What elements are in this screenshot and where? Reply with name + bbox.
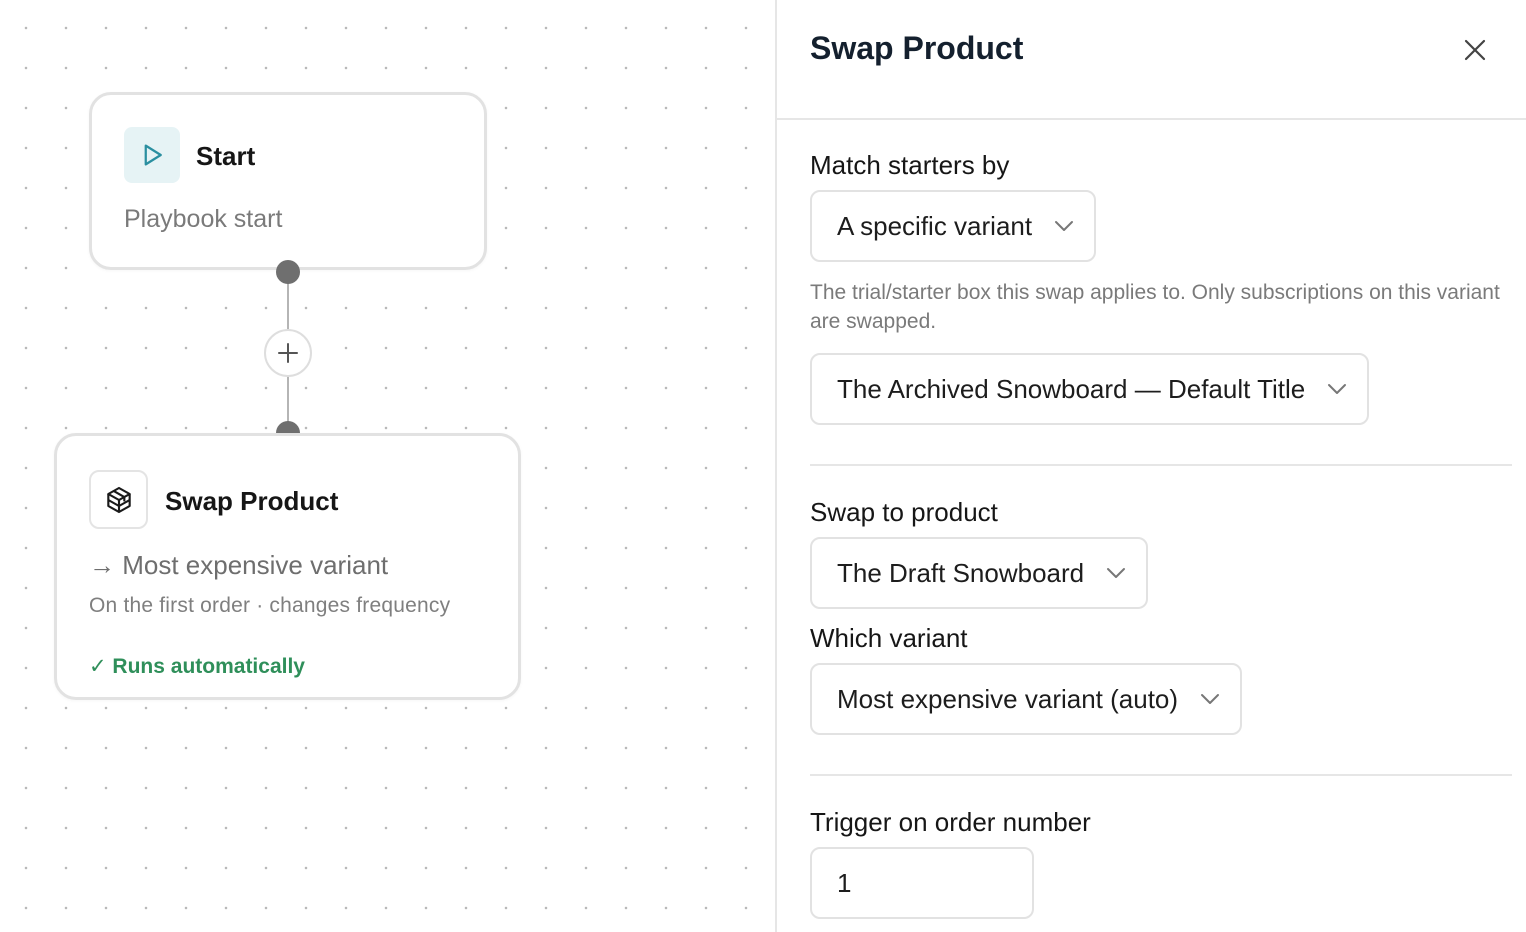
swap-to-product-value: The Draft Snowboard bbox=[837, 557, 1085, 588]
swap-node-details: On the first order · changes frequency bbox=[89, 594, 451, 617]
start-node[interactable]: Start Playbook start bbox=[89, 92, 487, 270]
package-icon bbox=[89, 470, 148, 529]
swap-node-title: Swap Product bbox=[165, 486, 339, 516]
match-starters-label: Match starters by bbox=[810, 150, 1010, 180]
chevron-down-icon bbox=[1200, 693, 1220, 705]
swap-product-node[interactable]: Swap Product → Most expensive variant On… bbox=[54, 433, 521, 700]
chevron-down-icon bbox=[1106, 567, 1126, 579]
swap-node-status: ✓ Runs automatically bbox=[89, 655, 305, 678]
match-starters-select[interactable]: A specific variant bbox=[810, 190, 1097, 262]
match-starters-value: A specific variant bbox=[837, 210, 1033, 241]
match-starters-helper: The trial/starter box this swap applies … bbox=[810, 281, 1500, 333]
which-variant-label: Which variant bbox=[810, 623, 968, 653]
starter-variant-value: The Archived Snowboard — Default Title bbox=[837, 373, 1306, 404]
panel-header: Swap Product bbox=[777, 0, 1526, 120]
starter-variant-select[interactable]: The Archived Snowboard — Default Title bbox=[810, 353, 1370, 425]
close-icon bbox=[1464, 39, 1486, 61]
start-node-output-handle[interactable] bbox=[276, 260, 300, 284]
plus-icon bbox=[278, 343, 298, 363]
trigger-order-label: Trigger on order number bbox=[810, 807, 1091, 837]
swap-node-target: → Most expensive variant bbox=[89, 550, 389, 580]
panel-title: Swap Product bbox=[810, 30, 1024, 66]
section-divider bbox=[810, 464, 1512, 466]
start-node-subtitle: Playbook start bbox=[124, 205, 283, 233]
play-icon bbox=[124, 127, 180, 183]
which-variant-select[interactable]: Most expensive variant (auto) bbox=[810, 663, 1243, 735]
chevron-down-icon bbox=[1054, 220, 1074, 232]
workflow-canvas[interactable]: Start Playbook start Swap Product → Most… bbox=[0, 0, 775, 932]
trigger-order-value: 1 bbox=[837, 867, 852, 898]
add-step-button[interactable] bbox=[264, 329, 312, 377]
swap-to-product-label: Swap to product bbox=[810, 497, 998, 527]
which-variant-value: Most expensive variant (auto) bbox=[837, 683, 1179, 714]
chevron-down-icon bbox=[1327, 383, 1347, 395]
settings-panel: Swap Product Match starters by A specifi… bbox=[775, 0, 1526, 932]
swap-to-product-select[interactable]: The Draft Snowboard bbox=[810, 537, 1149, 609]
start-node-title: Start bbox=[196, 141, 256, 171]
close-button[interactable] bbox=[1459, 34, 1491, 66]
trigger-order-input[interactable]: 1 bbox=[810, 847, 1034, 919]
section-divider bbox=[810, 774, 1512, 776]
